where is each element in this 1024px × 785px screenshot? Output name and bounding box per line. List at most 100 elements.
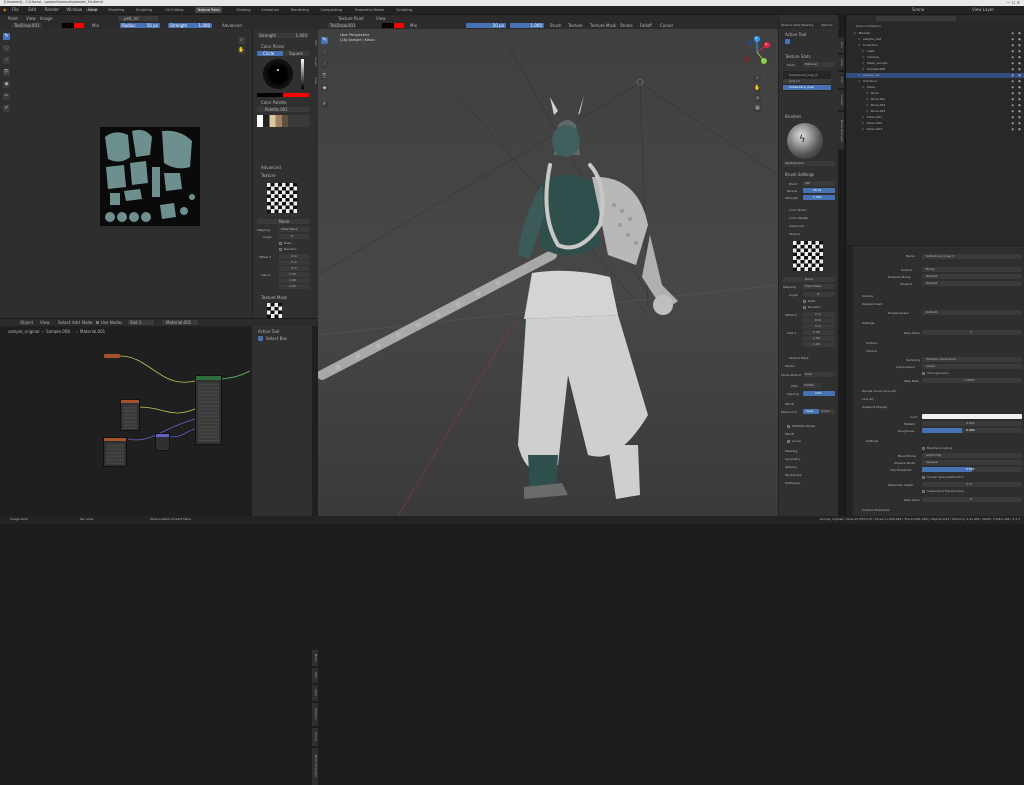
random-checkbox[interactable] bbox=[279, 248, 282, 251]
outliner-item[interactable]: ▽ Armature ◉ ▣ bbox=[846, 79, 1024, 84]
soften-tool-icon[interactable]: ◌ bbox=[3, 45, 10, 52]
secondary-color-swatch[interactable] bbox=[74, 23, 84, 28]
viewport-side-tab-edit[interactable]: Edit bbox=[838, 72, 844, 88]
workspace-tab-uv-editing[interactable]: UV Editing bbox=[163, 7, 185, 13]
node-side-tab-group[interactable]: Group bbox=[312, 727, 318, 746]
render-camera-icon[interactable]: ▣ bbox=[1018, 92, 1021, 95]
masking-heading[interactable]: Masking bbox=[785, 450, 797, 453]
workspace-tab-shading[interactable]: Shading bbox=[234, 7, 252, 13]
color-picker-panel[interactable]: Color Picker bbox=[261, 45, 285, 49]
visibility-eye-icon[interactable]: ◉ bbox=[1011, 92, 1014, 95]
tangent-field[interactable]: Default bbox=[922, 281, 1022, 286]
viewport-display-heading[interactable]: Viewport Display bbox=[862, 406, 887, 409]
jitter-field[interactable]: 0.0000 bbox=[803, 383, 821, 388]
visibility-eye-icon[interactable]: ◉ bbox=[1011, 128, 1014, 131]
visibility-eye-icon[interactable]: ◉ bbox=[1011, 38, 1014, 41]
tool-strength-field[interactable]: Strength 1.000 bbox=[257, 33, 309, 38]
node-texture-a[interactable] bbox=[120, 399, 140, 431]
select-box-icon[interactable] bbox=[258, 336, 263, 341]
texture-slots-heading[interactable]: Texture Slots bbox=[785, 55, 811, 59]
view-layer-selector[interactable]: View Layer bbox=[972, 8, 994, 12]
tool-angle-field[interactable]: 0° bbox=[803, 292, 835, 297]
backface-checkbox[interactable] bbox=[922, 447, 925, 450]
workspace-tab-layout[interactable]: Layout bbox=[84, 7, 100, 13]
node-side-tab-options[interactable]: Options bbox=[312, 702, 318, 726]
surface-sub-heading[interactable]: Surface bbox=[866, 342, 877, 345]
blend-dropdown-panel[interactable]: Mix bbox=[803, 181, 835, 186]
visibility-eye-icon[interactable]: ◉ bbox=[1011, 68, 1014, 71]
draw-tool-icon[interactable]: ✎ bbox=[3, 33, 10, 40]
multilayer-heading[interactable]: MultiLayer bbox=[785, 482, 801, 485]
falloff-heading[interactable]: Falloff bbox=[785, 403, 794, 406]
blender-logo-icon[interactable]: ◉ bbox=[3, 8, 7, 12]
pass-index-field[interactable]: 0 bbox=[922, 330, 1022, 335]
size-y-field[interactable]: 1.00 bbox=[279, 278, 309, 283]
line-art-heading[interactable]: Line Art bbox=[862, 398, 874, 401]
blend-dropdown[interactable]: Mix bbox=[92, 24, 99, 28]
strength-field[interactable]: 1.000 bbox=[803, 195, 835, 200]
active-tool-heading[interactable]: Active Tool bbox=[785, 33, 806, 37]
visibility-eye-icon[interactable]: ◉ bbox=[1011, 32, 1014, 35]
size-x-field[interactable]: 1.00 bbox=[279, 272, 309, 277]
texture-slot-item[interactable]: pelt_inl bbox=[783, 79, 831, 84]
render-camera-icon[interactable]: ▣ bbox=[1018, 110, 1021, 113]
tab-options[interactable]: Options bbox=[821, 24, 833, 27]
radius-field[interactable]: 50 px bbox=[803, 188, 835, 193]
visibility-eye-icon[interactable]: ◉ bbox=[1011, 56, 1014, 59]
image-view-menu[interactable]: View bbox=[26, 16, 36, 21]
texture-mask-preview[interactable] bbox=[267, 303, 282, 318]
visibility-eye-icon[interactable]: ◉ bbox=[1011, 110, 1014, 113]
pass-index2-field[interactable]: 0 bbox=[922, 497, 1022, 502]
curve-checkbox[interactable] bbox=[787, 440, 790, 443]
brush-settings-heading[interactable]: Brush Settings bbox=[785, 173, 814, 177]
render-camera-icon[interactable]: ▣ bbox=[1018, 128, 1021, 131]
outliner-item[interactable]: ▽ Mesh_sample ◉ ▣ bbox=[846, 61, 1024, 66]
custom-properties-heading[interactable]: Custom Properties bbox=[862, 509, 890, 512]
tool-texture-preview[interactable] bbox=[793, 241, 823, 271]
brush-selector[interactable]: TexDraw.001 bbox=[12, 23, 42, 28]
viewport-side-tab-node-wrangler[interactable]: Node Wrangler bbox=[838, 112, 844, 150]
viewport-side-tab-view[interactable]: View bbox=[838, 54, 844, 71]
visibility-eye-icon[interactable]: ◉ bbox=[1011, 44, 1014, 47]
tab-masking[interactable]: Masking bbox=[801, 24, 813, 27]
palette-secondary-swatch[interactable] bbox=[283, 93, 309, 97]
node-side-tab-view[interactable]: View bbox=[312, 685, 318, 701]
visibility-eye-icon[interactable]: ◉ bbox=[1011, 98, 1014, 101]
stroke-method-dropdown[interactable]: Dots bbox=[803, 372, 835, 377]
rake-checkbox[interactable] bbox=[279, 242, 282, 245]
tool-texture-mask[interactable]: Texture Mask bbox=[789, 357, 809, 360]
spacing-field[interactable]: 10% bbox=[803, 391, 835, 396]
outliner-item[interactable]: ▽ Kibou.003 ◉ ▣ bbox=[846, 127, 1024, 132]
visibility-eye-icon[interactable]: ◉ bbox=[1011, 86, 1014, 89]
mode-dropdown[interactable]: Material bbox=[803, 62, 835, 67]
outliner-item[interactable]: ▽ Bone.002 ◉ ▣ bbox=[846, 103, 1024, 108]
mapping-dropdown[interactable]: View Plane bbox=[279, 227, 309, 232]
options-heading[interactable]: Options bbox=[785, 466, 797, 469]
displacement-heading[interactable]: Displacement bbox=[862, 303, 883, 306]
refraction-field[interactable]: 0 m bbox=[922, 482, 1022, 487]
render-camera-icon[interactable]: ▣ bbox=[1018, 86, 1021, 89]
brushes-heading[interactable]: Brushes bbox=[785, 115, 801, 119]
tool-rake-checkbox[interactable] bbox=[803, 300, 806, 303]
interpolation-dropdown[interactable]: Linear bbox=[922, 364, 1022, 369]
texture-none-field[interactable]: None bbox=[257, 219, 309, 224]
render-camera-icon[interactable]: ▣ bbox=[1018, 98, 1021, 101]
visibility-eye-icon[interactable]: ◉ bbox=[1011, 104, 1014, 107]
tool-mapping-dropdown[interactable]: View Plane bbox=[803, 284, 835, 289]
outliner-item[interactable]: ▽ Sample.008 ◉ ▣ bbox=[846, 67, 1024, 72]
settings-heading[interactable]: Settings bbox=[862, 322, 874, 325]
menu-render[interactable]: Render bbox=[45, 8, 59, 12]
advanced-sub[interactable]: Advanced bbox=[789, 225, 804, 228]
render-camera-icon[interactable]: ▣ bbox=[1018, 56, 1021, 59]
strength-slider[interactable]: Strength 1.000 bbox=[168, 23, 212, 28]
zoom-icon[interactable]: ⌕ bbox=[238, 37, 245, 44]
vp-pan-icon[interactable]: ✋ bbox=[754, 85, 761, 92]
tool-offset-z[interactable]: 0 m bbox=[803, 324, 835, 329]
color-tab-circle[interactable]: Circle bbox=[257, 51, 283, 56]
texture-slot-item[interactable]: Untextured_map_tr bbox=[783, 73, 831, 78]
menu-file[interactable]: File bbox=[12, 8, 19, 12]
brush-name-field[interactable]: TexDraw.001 bbox=[783, 161, 835, 166]
render-camera-icon[interactable]: ▣ bbox=[1018, 44, 1021, 47]
node-side-tab-node[interactable]: Node bbox=[312, 650, 318, 666]
workspace-tab-scripting[interactable]: Scripting bbox=[394, 7, 414, 13]
